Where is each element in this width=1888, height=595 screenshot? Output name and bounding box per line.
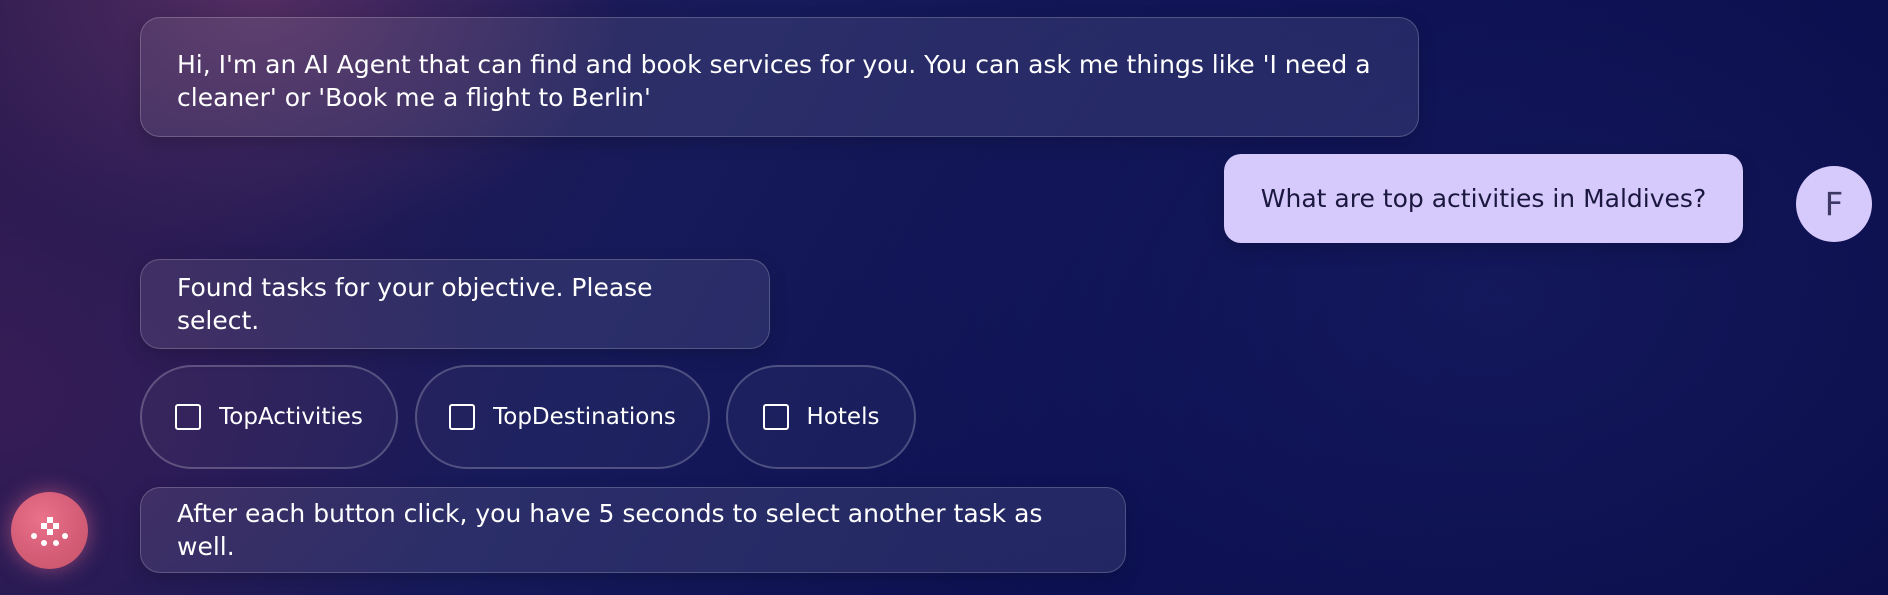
- user-avatar[interactable]: F: [1796, 166, 1872, 242]
- task-button-hotels[interactable]: Hotels: [726, 365, 916, 469]
- assistant-message-found-tasks: Found tasks for your objective. Please s…: [140, 259, 770, 349]
- assistant-message-after-click: After each button click, you have 5 seco…: [140, 487, 1126, 573]
- task-label: TopDestinations: [493, 404, 676, 430]
- checkbox-icon[interactable]: [175, 404, 202, 430]
- assistant-message-welcome: Hi, I'm an AI Agent that can find and bo…: [140, 17, 1419, 137]
- task-label: TopActivities: [219, 404, 363, 430]
- assistant-message-text: Found tasks for your objective. Please s…: [177, 273, 653, 335]
- user-message: What are top activities in Maldives?: [1224, 154, 1743, 243]
- checkbox-icon[interactable]: [449, 404, 476, 430]
- user-avatar-initial: F: [1824, 185, 1844, 223]
- assistant-launcher-button[interactable]: [11, 492, 88, 569]
- assistant-message-text: Hi, I'm an AI Agent that can find and bo…: [177, 50, 1371, 112]
- checkbox-icon[interactable]: [762, 404, 789, 430]
- task-label: Hotels: [806, 404, 880, 430]
- task-button-topactivities[interactable]: TopActivities: [140, 365, 398, 469]
- user-message-text: What are top activities in Maldives?: [1260, 184, 1707, 213]
- assistant-message-text: After each button click, you have 5 seco…: [177, 499, 1043, 561]
- task-button-topdestinations[interactable]: TopDestinations: [415, 365, 710, 469]
- assistant-logo-icon: [31, 517, 68, 546]
